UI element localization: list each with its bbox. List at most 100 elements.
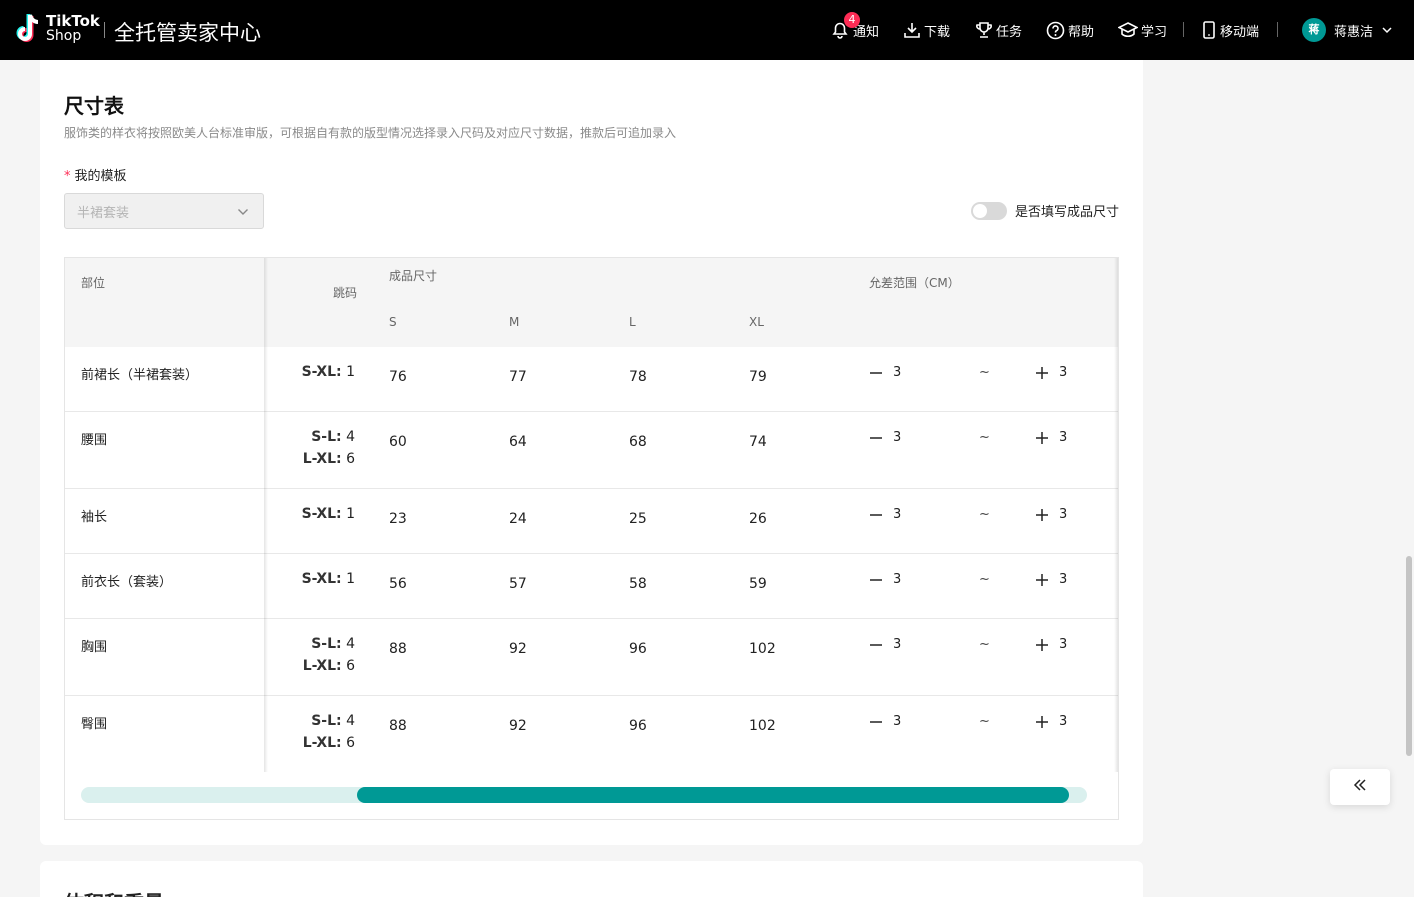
finished-size-toggle[interactable] bbox=[970, 201, 1007, 220]
scrollbar-thumb[interactable] bbox=[357, 787, 1069, 803]
template-select-value: 半裙套装 bbox=[77, 205, 130, 221]
header-size-m: M bbox=[509, 315, 520, 329]
size-value[interactable]: 79 bbox=[749, 369, 767, 385]
table-row: 前裙长（半裙套装） S-XL: 1 76 77 78 79 3 ~3 bbox=[65, 347, 1118, 411]
tolerance-separator: ~ bbox=[979, 637, 990, 652]
table-row: 腰围 S-L: 4 L-XL: 6 60 64 68 74 3 ~3 bbox=[65, 411, 1118, 488]
size-range: S-L: 4 L-XL: 6 bbox=[303, 710, 355, 754]
size-range-line: S-XL: 1 bbox=[302, 361, 355, 383]
tolerance-plus-value: 3 bbox=[1059, 714, 1068, 729]
tolerance-minus-value: 3 bbox=[893, 365, 902, 380]
tolerance-minus[interactable]: 3 bbox=[869, 714, 901, 729]
nav-mobile[interactable]: 移动端 bbox=[1201, 19, 1259, 41]
table-row: 前衣长（套装） S-XL: 1 56 57 58 59 3 ~3 bbox=[65, 553, 1118, 618]
size-range-step: 1 bbox=[341, 506, 355, 522]
size-value[interactable]: 58 bbox=[629, 576, 647, 592]
section-title: 体积和重量 bbox=[64, 887, 164, 897]
nav-learn[interactable]: 学习 bbox=[1118, 19, 1167, 41]
nav-divider bbox=[1183, 22, 1184, 37]
page-scrollbar[interactable] bbox=[1406, 556, 1412, 756]
part-name: 胸围 bbox=[81, 640, 108, 655]
size-value[interactable]: 102 bbox=[749, 641, 776, 657]
size-value[interactable]: 23 bbox=[389, 511, 407, 527]
user-menu[interactable]: 蒋 蒋惠洁 bbox=[1302, 18, 1393, 42]
size-value[interactable]: 74 bbox=[749, 434, 767, 450]
volume-weight-card: 体积和重量 bbox=[40, 861, 1143, 897]
tolerance-plus[interactable]: 3 bbox=[1035, 430, 1067, 445]
size-range-key: S-L: bbox=[311, 713, 342, 729]
tolerance-minus[interactable]: 3 bbox=[869, 637, 901, 652]
plus-icon bbox=[1036, 431, 1048, 444]
size-value[interactable]: 92 bbox=[509, 641, 527, 657]
size-value[interactable]: 56 bbox=[389, 576, 407, 592]
tolerance-plus[interactable]: 3 bbox=[1035, 714, 1067, 729]
size-value[interactable]: 24 bbox=[509, 511, 527, 527]
plus-icon bbox=[1036, 366, 1048, 379]
size-value[interactable]: 96 bbox=[629, 641, 647, 657]
size-value[interactable]: 76 bbox=[389, 369, 407, 385]
help-icon bbox=[1046, 21, 1065, 40]
portal-title: 全托管卖家中心 bbox=[114, 21, 261, 45]
tolerance-minus-value: 3 bbox=[893, 637, 902, 652]
size-range-line: S-L: 4 bbox=[303, 426, 355, 448]
size-value[interactable]: 88 bbox=[389, 641, 407, 657]
tolerance-minus[interactable]: 3 bbox=[869, 365, 901, 380]
size-range-step: 4 bbox=[341, 429, 355, 445]
size-value[interactable]: 57 bbox=[509, 576, 527, 592]
size-value[interactable]: 26 bbox=[749, 511, 767, 527]
tiktok-logo-icon bbox=[16, 13, 42, 45]
size-value[interactable]: 88 bbox=[389, 718, 407, 734]
size-value[interactable]: 68 bbox=[629, 434, 647, 450]
minus-icon bbox=[870, 436, 882, 439]
tolerance-minus[interactable]: 3 bbox=[869, 430, 901, 445]
nav-tasks[interactable]: 任务 bbox=[975, 19, 1022, 41]
size-range-step: 6 bbox=[341, 451, 355, 467]
header-tolerance: 允差范围（CM） bbox=[869, 276, 960, 290]
size-value[interactable]: 77 bbox=[509, 369, 527, 385]
tolerance-plus[interactable]: 3 bbox=[1035, 365, 1067, 380]
size-value[interactable]: 59 bbox=[749, 576, 767, 592]
nav-label: 帮助 bbox=[1068, 24, 1095, 40]
section-title: 尺寸表 bbox=[64, 94, 124, 118]
template-label: * 我的模板 bbox=[64, 165, 127, 184]
size-value[interactable]: 102 bbox=[749, 718, 776, 734]
header-size-range: 跳码 bbox=[333, 286, 358, 300]
size-value[interactable]: 64 bbox=[509, 434, 527, 450]
tolerance-minus[interactable]: 3 bbox=[869, 507, 901, 522]
size-range: S-L: 4 L-XL: 6 bbox=[303, 426, 355, 470]
toggle-knob bbox=[972, 203, 987, 218]
nav-help[interactable]: 帮助 bbox=[1046, 19, 1094, 41]
size-range: S-XL: 1 bbox=[302, 568, 355, 590]
plus-icon bbox=[1036, 715, 1048, 728]
download-icon bbox=[903, 21, 921, 39]
nav-notifications[interactable]: 4 通知 bbox=[830, 12, 879, 41]
tolerance-minus[interactable]: 3 bbox=[869, 572, 901, 587]
size-range-step: 6 bbox=[341, 735, 355, 751]
section-description: 服饰类的样衣将按照欧美人台标准审版，可根据自有款的版型情况选择录入尺码及对应尺寸… bbox=[64, 126, 677, 140]
tolerance-plus[interactable]: 3 bbox=[1035, 637, 1067, 652]
table-horizontal-scrollbar[interactable] bbox=[81, 787, 1087, 803]
size-value[interactable]: 92 bbox=[509, 718, 527, 734]
collapse-button[interactable] bbox=[1330, 769, 1390, 805]
tolerance-plus[interactable]: 3 bbox=[1035, 507, 1067, 522]
tolerance-separator: ~ bbox=[979, 714, 990, 729]
logo-text: TikTok Shop bbox=[46, 14, 100, 44]
size-value[interactable]: 25 bbox=[629, 511, 647, 527]
size-range-key: L-XL: bbox=[302, 451, 342, 467]
size-value[interactable]: 78 bbox=[629, 369, 647, 385]
tolerance-separator: ~ bbox=[979, 365, 990, 380]
size-range-key: L-XL: bbox=[302, 735, 342, 751]
tiktok-shop-logo[interactable]: TikTok Shop bbox=[16, 13, 100, 45]
tolerance-plus[interactable]: 3 bbox=[1035, 572, 1067, 587]
size-value[interactable]: 96 bbox=[629, 718, 647, 734]
table-row: 臀围 S-L: 4 L-XL: 6 88 92 96 102 3 ~3 bbox=[65, 695, 1118, 772]
tolerance-minus-value: 3 bbox=[893, 572, 902, 587]
avatar: 蒋 bbox=[1302, 18, 1326, 42]
logo-divider bbox=[104, 22, 105, 38]
size-value[interactable]: 60 bbox=[389, 434, 407, 450]
nav-download[interactable]: 下载 bbox=[903, 19, 950, 41]
size-range-key: S-XL: bbox=[301, 506, 342, 522]
template-select[interactable]: 半裙套装 bbox=[64, 193, 264, 229]
size-range-step: 1 bbox=[341, 571, 355, 587]
toggle-label: 是否填写成品尺寸 bbox=[1014, 205, 1119, 220]
